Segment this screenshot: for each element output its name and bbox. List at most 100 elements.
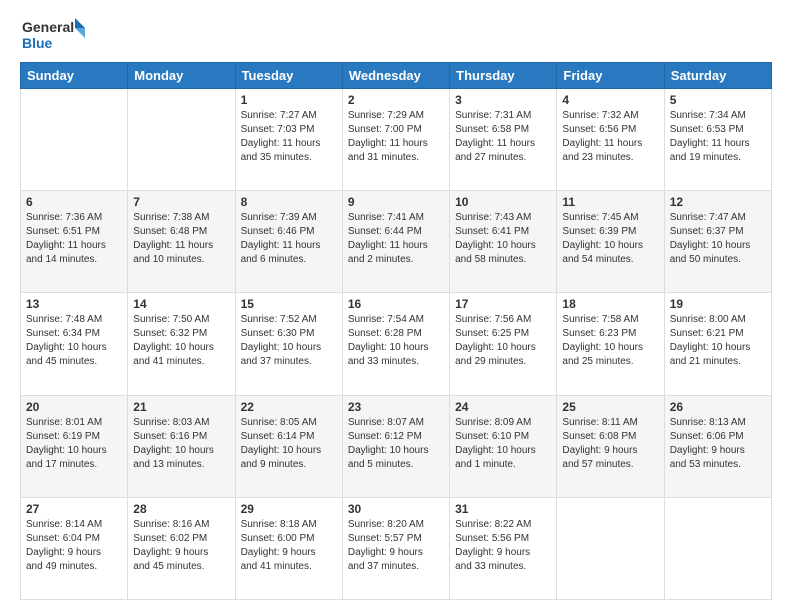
day-info: Sunrise: 8:22 AM Sunset: 5:56 PM Dayligh… bbox=[455, 518, 551, 574]
day-number: 9 bbox=[348, 195, 444, 209]
calendar-day-cell: 19 Sunrise: 8:00 AM Sunset: 6:21 PM Dayli… bbox=[664, 293, 771, 395]
day-info: Sunrise: 7:43 AM Sunset: 6:41 PM Dayligh… bbox=[455, 211, 551, 267]
day-number: 13 bbox=[26, 297, 122, 311]
day-number: 15 bbox=[241, 297, 337, 311]
calendar-day-header: Saturday bbox=[664, 63, 771, 89]
calendar-day-cell: 21 Sunrise: 8:03 AM Sunset: 6:16 PM Dayli… bbox=[128, 395, 235, 497]
day-info: Sunrise: 8:05 AM Sunset: 6:14 PM Dayligh… bbox=[241, 416, 337, 472]
day-info: Sunrise: 7:41 AM Sunset: 6:44 PM Dayligh… bbox=[348, 211, 444, 267]
day-number: 22 bbox=[241, 400, 337, 414]
day-number: 24 bbox=[455, 400, 551, 414]
calendar-day-cell: 25Sunrise: 8:11 AM Sunset: 6:08 PM Dayli… bbox=[557, 395, 664, 497]
calendar-day-cell: 11 Sunrise: 7:45 AM Sunset: 6:39 PM Dayli… bbox=[557, 191, 664, 293]
day-number: 30 bbox=[348, 502, 444, 516]
day-number: 1 bbox=[241, 93, 337, 107]
day-info: Sunrise: 7:31 AM Sunset: 6:58 PM Dayligh… bbox=[455, 109, 551, 165]
calendar-day-cell: 9 Sunrise: 7:41 AM Sunset: 6:44 PM Daylig… bbox=[342, 191, 449, 293]
day-info: Sunrise: 8:13 AM Sunset: 6:06 PM Dayligh… bbox=[670, 416, 766, 472]
calendar-day-cell: 5 Sunrise: 7:34 AM Sunset: 6:53 PM Daylig… bbox=[664, 89, 771, 191]
day-number: 23 bbox=[348, 400, 444, 414]
day-info: Sunrise: 8:03 AM Sunset: 6:16 PM Dayligh… bbox=[133, 416, 229, 472]
calendar-day-cell: 14 Sunrise: 7:50 AM Sunset: 6:32 PM Dayli… bbox=[128, 293, 235, 395]
calendar-day-cell: 17 Sunrise: 7:56 AM Sunset: 6:25 PM Dayli… bbox=[450, 293, 557, 395]
calendar-header-row: SundayMondayTuesdayWednesdayThursdayFrid… bbox=[21, 63, 772, 89]
calendar-day-cell bbox=[557, 497, 664, 599]
day-number: 31 bbox=[455, 502, 551, 516]
day-info: Sunrise: 8:20 AM Sunset: 5:57 PM Dayligh… bbox=[348, 518, 444, 574]
day-info: Sunrise: 8:00 AM Sunset: 6:21 PM Dayligh… bbox=[670, 313, 766, 369]
day-number: 21 bbox=[133, 400, 229, 414]
day-info: Sunrise: 7:36 AM Sunset: 6:51 PM Dayligh… bbox=[26, 211, 122, 267]
day-number: 20 bbox=[26, 400, 122, 414]
calendar-day-cell: 26 Sunrise: 8:13 AM Sunset: 6:06 PM Dayli… bbox=[664, 395, 771, 497]
day-info: Sunrise: 7:56 AM Sunset: 6:25 PM Dayligh… bbox=[455, 313, 551, 369]
header: GeneralBlue bbox=[20, 16, 772, 54]
svg-text:General: General bbox=[22, 19, 74, 35]
page: GeneralBlue SundayMondayTuesdayWednesday… bbox=[0, 0, 792, 612]
calendar-day-cell: 15 Sunrise: 7:52 AM Sunset: 6:30 PM Dayli… bbox=[235, 293, 342, 395]
calendar-day-header: Wednesday bbox=[342, 63, 449, 89]
calendar-week-row: 27 Sunrise: 8:14 AM Sunset: 6:04 PM Dayli… bbox=[21, 497, 772, 599]
day-info: Sunrise: 8:18 AM Sunset: 6:00 PM Dayligh… bbox=[241, 518, 337, 574]
calendar-day-header: Thursday bbox=[450, 63, 557, 89]
calendar-day-cell bbox=[128, 89, 235, 191]
day-number: 27 bbox=[26, 502, 122, 516]
day-number: 18 bbox=[562, 297, 658, 311]
day-number: 11 bbox=[562, 195, 658, 209]
calendar-day-cell: 23Sunrise: 8:07 AM Sunset: 6:12 PM Dayli… bbox=[342, 395, 449, 497]
calendar-day-cell: 18 Sunrise: 7:58 AM Sunset: 6:23 PM Dayli… bbox=[557, 293, 664, 395]
calendar-week-row: 13 Sunrise: 7:48 AM Sunset: 6:34 PM Dayli… bbox=[21, 293, 772, 395]
day-number: 7 bbox=[133, 195, 229, 209]
day-number: 16 bbox=[348, 297, 444, 311]
day-number: 17 bbox=[455, 297, 551, 311]
calendar-day-cell bbox=[21, 89, 128, 191]
day-number: 8 bbox=[241, 195, 337, 209]
calendar-day-cell: 6 Sunrise: 7:36 AM Sunset: 6:51 PM Daylig… bbox=[21, 191, 128, 293]
calendar-day-cell: 7Sunrise: 7:38 AM Sunset: 6:48 PM Daylig… bbox=[128, 191, 235, 293]
calendar-day-cell: 8Sunrise: 7:39 AM Sunset: 6:46 PM Daylig… bbox=[235, 191, 342, 293]
day-info: Sunrise: 8:01 AM Sunset: 6:19 PM Dayligh… bbox=[26, 416, 122, 472]
calendar-day-cell: 3 Sunrise: 7:31 AM Sunset: 6:58 PM Daylig… bbox=[450, 89, 557, 191]
calendar-day-cell: 24 Sunrise: 8:09 AM Sunset: 6:10 PM Dayli… bbox=[450, 395, 557, 497]
day-info: Sunrise: 7:48 AM Sunset: 6:34 PM Dayligh… bbox=[26, 313, 122, 369]
day-info: Sunrise: 7:50 AM Sunset: 6:32 PM Dayligh… bbox=[133, 313, 229, 369]
day-number: 19 bbox=[670, 297, 766, 311]
logo: GeneralBlue bbox=[20, 16, 90, 54]
calendar-day-cell: 27 Sunrise: 8:14 AM Sunset: 6:04 PM Dayli… bbox=[21, 497, 128, 599]
calendar-day-cell: 30 Sunrise: 8:20 AM Sunset: 5:57 PM Dayli… bbox=[342, 497, 449, 599]
day-info: Sunrise: 7:52 AM Sunset: 6:30 PM Dayligh… bbox=[241, 313, 337, 369]
calendar-week-row: 6 Sunrise: 7:36 AM Sunset: 6:51 PM Daylig… bbox=[21, 191, 772, 293]
day-info: Sunrise: 7:58 AM Sunset: 6:23 PM Dayligh… bbox=[562, 313, 658, 369]
day-info: Sunrise: 7:27 AM Sunset: 7:03 PM Dayligh… bbox=[241, 109, 337, 165]
day-number: 3 bbox=[455, 93, 551, 107]
day-info: Sunrise: 7:32 AM Sunset: 6:56 PM Dayligh… bbox=[562, 109, 658, 165]
day-number: 2 bbox=[348, 93, 444, 107]
calendar-day-cell: 2 Sunrise: 7:29 AM Sunset: 7:00 PM Daylig… bbox=[342, 89, 449, 191]
day-number: 10 bbox=[455, 195, 551, 209]
calendar-day-cell: 1 Sunrise: 7:27 AM Sunset: 7:03 PM Daylig… bbox=[235, 89, 342, 191]
day-info: Sunrise: 7:54 AM Sunset: 6:28 PM Dayligh… bbox=[348, 313, 444, 369]
calendar-week-row: 20 Sunrise: 8:01 AM Sunset: 6:19 PM Dayli… bbox=[21, 395, 772, 497]
day-info: Sunrise: 8:14 AM Sunset: 6:04 PM Dayligh… bbox=[26, 518, 122, 574]
day-number: 29 bbox=[241, 502, 337, 516]
calendar-day-header: Monday bbox=[128, 63, 235, 89]
calendar-day-header: Tuesday bbox=[235, 63, 342, 89]
calendar-day-cell: 10 Sunrise: 7:43 AM Sunset: 6:41 PM Dayli… bbox=[450, 191, 557, 293]
calendar-day-cell: 12Sunrise: 7:47 AM Sunset: 6:37 PM Dayli… bbox=[664, 191, 771, 293]
day-number: 25 bbox=[562, 400, 658, 414]
calendar-day-cell: 13 Sunrise: 7:48 AM Sunset: 6:34 PM Dayli… bbox=[21, 293, 128, 395]
calendar-day-cell bbox=[664, 497, 771, 599]
day-info: Sunrise: 7:45 AM Sunset: 6:39 PM Dayligh… bbox=[562, 211, 658, 267]
calendar-table: SundayMondayTuesdayWednesdayThursdayFrid… bbox=[20, 62, 772, 600]
calendar-day-cell: 28Sunrise: 8:16 AM Sunset: 6:02 PM Dayli… bbox=[128, 497, 235, 599]
day-info: Sunrise: 7:29 AM Sunset: 7:00 PM Dayligh… bbox=[348, 109, 444, 165]
calendar-day-cell: 4Sunrise: 7:32 AM Sunset: 6:56 PM Daylig… bbox=[557, 89, 664, 191]
day-info: Sunrise: 7:34 AM Sunset: 6:53 PM Dayligh… bbox=[670, 109, 766, 165]
day-number: 5 bbox=[670, 93, 766, 107]
day-number: 14 bbox=[133, 297, 229, 311]
day-info: Sunrise: 8:09 AM Sunset: 6:10 PM Dayligh… bbox=[455, 416, 551, 472]
calendar-day-cell: 20 Sunrise: 8:01 AM Sunset: 6:19 PM Dayli… bbox=[21, 395, 128, 497]
day-number: 6 bbox=[26, 195, 122, 209]
day-number: 26 bbox=[670, 400, 766, 414]
calendar-day-header: Friday bbox=[557, 63, 664, 89]
